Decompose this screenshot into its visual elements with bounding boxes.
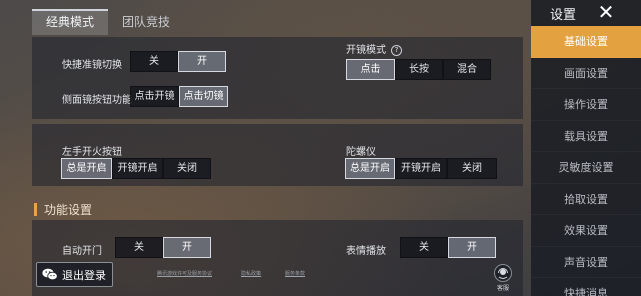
side-scope-open-button[interactable]: 点击开镜 (130, 86, 179, 107)
menu-item-sensitivity[interactable]: 灵敏度设置 (531, 152, 641, 184)
scope-mode-text: 开镜模式 (346, 45, 386, 56)
help-icon[interactable]: ? (391, 45, 402, 56)
tab-classic[interactable]: 经典模式 (32, 9, 109, 35)
logout-label: 退出登录 (62, 268, 106, 282)
emote-toggle: 关 开 (400, 237, 496, 258)
customer-service-label: 客服 (496, 285, 509, 292)
scope-mode-tap-button[interactable]: 点击 (346, 59, 395, 80)
emote-on-button[interactable]: 开 (448, 237, 496, 258)
quick-scope-toggle: 关 开 (130, 51, 226, 72)
menu-item-graphics[interactable]: 画面设置 (531, 58, 641, 89)
auto-door-on-button[interactable]: 开 (163, 237, 211, 258)
gyro-scope-button[interactable]: 开镜开启 (395, 158, 447, 179)
menu-item-effects[interactable]: 效果设置 (531, 215, 641, 247)
wechat-icon (42, 268, 58, 281)
logout-button[interactable]: 退出登录 (36, 262, 113, 287)
left-fire-toggle: 总是开启 开镜开启 关闭 (61, 158, 211, 179)
left-fire-scope-button[interactable]: 开镜开启 (112, 158, 163, 179)
side-scope-toggle: 点击开镜 点击切镜 (130, 86, 228, 107)
left-fire-label: 左手开火按钮 (62, 147, 122, 158)
section-title: 功能设置 (44, 203, 93, 217)
footer-link-terms[interactable]: 服务条款 (285, 270, 305, 277)
left-fire-always-button[interactable]: 总是开启 (61, 158, 112, 179)
left-fire-off-button[interactable]: 关闭 (163, 158, 211, 179)
menu-item-vehicle[interactable]: 载具设置 (531, 121, 641, 152)
emote-label: 表情播放 (346, 246, 386, 257)
auto-door-toggle: 关 开 (115, 237, 211, 258)
menu-item-basic[interactable]: 基础设置 (531, 26, 641, 58)
scope-mode-hold-button[interactable]: 长按 (395, 59, 443, 80)
quick-scope-off-button[interactable]: 关 (130, 51, 178, 72)
menu-item-pickup[interactable]: 拾取设置 (531, 184, 641, 215)
tab-team[interactable]: 团队竞技 (108, 9, 184, 35)
menu-items: 基础设置 画面设置 操作设置 载具设置 灵敏度设置 拾取设置 效果设置 声音设置… (531, 26, 641, 296)
footer-link-privacy[interactable]: 隐私政策 (241, 270, 261, 277)
gyro-always-button[interactable]: 总是开启 (345, 158, 395, 179)
scope-mode-mixed-button[interactable]: 混合 (443, 59, 491, 80)
gyro-toggle: 总是开启 开镜开启 关闭 (345, 158, 497, 179)
quick-scope-on-button[interactable]: 开 (178, 51, 226, 72)
customer-service-icon (494, 264, 512, 282)
gyro-off-button[interactable]: 关闭 (447, 158, 497, 179)
gyro-label: 陀螺仪 (346, 147, 376, 158)
footer-link-license[interactable]: 腾讯游戏许可及服务协议 (157, 270, 212, 277)
side-scope-switch-button[interactable]: 点击切镜 (179, 86, 228, 107)
close-icon[interactable]: ✕ (593, 0, 619, 24)
scope-mode-toggle: 点击 长按 混合 (346, 59, 491, 80)
menu-item-sound[interactable]: 声音设置 (531, 247, 641, 278)
auto-door-off-button[interactable]: 关 (115, 237, 163, 258)
quick-scope-label: 快捷准镜切换 (62, 60, 122, 71)
side-scope-label: 侧面镜按钮功能 (62, 95, 132, 106)
emote-off-button[interactable]: 关 (400, 237, 448, 258)
menu-title: 设置 (550, 8, 577, 23)
auto-door-label: 自动开门 (62, 246, 102, 257)
customer-service-button[interactable]: 客服 (492, 264, 514, 294)
mode-tabs: 经典模式 团队竞技 (32, 9, 184, 35)
scope-mode-label: 开镜模式? (346, 41, 402, 56)
menu-item-quick-chat[interactable]: 快捷消息 (531, 278, 641, 296)
menu-item-controls[interactable]: 操作设置 (531, 89, 641, 121)
